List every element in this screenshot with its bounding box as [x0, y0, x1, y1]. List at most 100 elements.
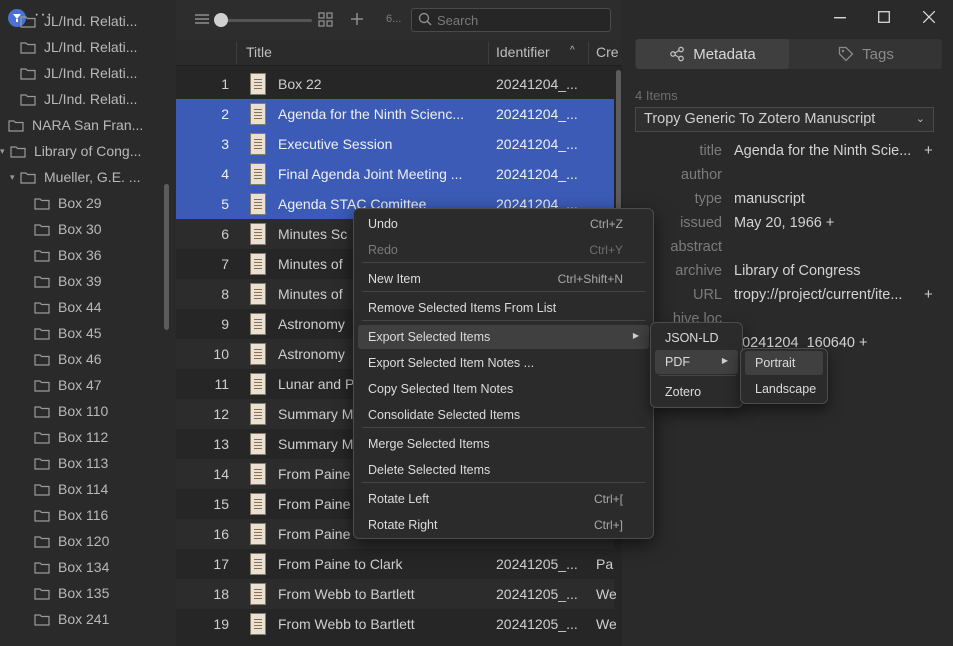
table-row[interactable]: 19 From Webb to Bartlett 20241205_... We	[176, 609, 616, 639]
metadata-field[interactable]: archive Library of Congress	[622, 260, 953, 284]
sidebar-scrollbar[interactable]	[164, 184, 169, 330]
sidebar-item[interactable]: Box 135	[34, 580, 109, 606]
field-value[interactable]: manuscript	[734, 191, 918, 207]
menu-item[interactable]: Redo Ctrl+Y	[358, 238, 649, 262]
zoom-slider-handle[interactable]	[214, 13, 228, 27]
item-thumbnail	[250, 583, 266, 605]
sidebar-item[interactable]: ▾ Library of Cong...	[0, 138, 141, 164]
field-value[interactable]: tropy://project/current/ite...	[734, 287, 918, 303]
close-icon[interactable]	[923, 11, 935, 23]
metadata-field[interactable]: title Agenda for the Ninth Scie... +	[622, 140, 953, 164]
menu-item[interactable]: Rotate Right Ctrl+]	[358, 513, 649, 537]
menu-item[interactable]: Consolidate Selected Items	[358, 403, 649, 427]
sidebar-item[interactable]: Box 44	[34, 294, 102, 320]
sidebar-item[interactable]: Box 29	[34, 190, 102, 216]
sidebar-item[interactable]: JL/Ind. Relati...	[20, 8, 137, 34]
sidebar-item[interactable]: Box 30	[34, 216, 102, 242]
field-value[interactable]: Agenda for the Ninth Scie...	[734, 143, 918, 159]
sidebar-item[interactable]: ▾ Mueller, G.E. ...	[10, 164, 140, 190]
sidebar-item[interactable]: JL/Ind. Relati...	[20, 34, 137, 60]
tag-icon	[839, 46, 854, 62]
metadata-field[interactable]: URL tropy://project/current/ite... +	[622, 284, 953, 308]
menu-item[interactable]: Export Selected Item Notes ...	[358, 351, 649, 375]
menu-item[interactable]: Rotate Left Ctrl+[	[358, 487, 649, 511]
menu-item[interactable]: Landscape	[745, 377, 823, 401]
table-row[interactable]: 17 From Paine to Clark 20241205_... Pa	[176, 549, 614, 579]
metadata-field[interactable]: type manuscript	[622, 188, 953, 212]
column-divider[interactable]	[236, 42, 237, 64]
menu-item[interactable]: Copy Selected Item Notes	[358, 377, 649, 401]
sidebar-item[interactable]: Box 120	[34, 528, 109, 554]
sidebar-item-label: Box 39	[58, 273, 102, 289]
grid-view-icon[interactable]	[318, 12, 333, 27]
sidebar-item[interactable]: NARA San Fran...	[8, 112, 143, 138]
sidebar-item[interactable]: Box 114	[34, 476, 108, 502]
row-number: 15	[213, 496, 229, 512]
sidebar-item[interactable]: JL/Ind. Relati...	[20, 86, 137, 112]
item-title: Executive Session	[278, 136, 393, 152]
add-value-icon[interactable]: +	[924, 286, 933, 303]
table-row[interactable]: 2 Agenda for the Ninth Scienc... 20241204_…	[176, 99, 614, 129]
menu-item[interactable]: Merge Selected Items	[358, 432, 649, 456]
column-divider[interactable]	[488, 42, 489, 64]
collapse-caret-icon[interactable]: ▾	[10, 172, 20, 183]
folder-icon	[20, 93, 36, 106]
table-row[interactable]: 3 Executive Session 20241204_...	[176, 129, 614, 159]
menu-item[interactable]: Zotero	[655, 380, 738, 404]
sidebar-item[interactable]: Box 39	[34, 268, 102, 294]
tab-tags[interactable]: Tags	[791, 39, 941, 69]
sidebar-item[interactable]: Box 113	[34, 450, 108, 476]
table-row[interactable]: 1 Box 22 20241204_...	[176, 69, 614, 99]
sidebar-item[interactable]: Box 116	[34, 502, 108, 528]
list-view-icon[interactable]	[194, 13, 210, 27]
table-row[interactable]: 18 From Webb to Bartlett 20241205_... We	[176, 579, 616, 609]
field-value[interactable]: May 20, 1966 +	[734, 215, 918, 231]
sidebar-item-label: JL/Ind. Relati...	[44, 91, 138, 107]
field-value[interactable]: Library of Congress	[734, 263, 918, 279]
menu-item-label: Consolidate Selected Items	[368, 408, 521, 422]
sidebar-item[interactable]: Box 241	[34, 606, 109, 632]
menu-item-label: Portrait	[755, 356, 796, 370]
column-divider[interactable]	[588, 42, 589, 64]
sidebar-item[interactable]: Box 46	[34, 346, 102, 372]
zoom-slider-track[interactable]	[216, 19, 312, 22]
search-box[interactable]	[411, 8, 611, 32]
menu-item[interactable]: PDF ▶	[655, 350, 738, 374]
add-value-icon[interactable]: +	[924, 142, 933, 159]
menu-item[interactable]: Delete Selected Items	[358, 458, 649, 482]
sidebar-item[interactable]: JL/Ind. Relati...	[20, 60, 137, 86]
column-header-identifier[interactable]: Identifier	[496, 44, 550, 60]
metadata-field[interactable]: abstract	[622, 236, 953, 260]
table-header: Title Identifier ^ Cre	[176, 40, 622, 66]
menu-item[interactable]: JSON-LD	[655, 326, 738, 350]
collapse-caret-icon[interactable]: ▾	[0, 146, 10, 157]
item-title: Final Agenda Joint Meeting ...	[278, 166, 463, 182]
metadata-field[interactable]: author	[622, 164, 953, 188]
item-thumbnail	[250, 493, 266, 515]
sidebar-item[interactable]: Box 45	[34, 320, 102, 346]
menu-item[interactable]: Undo Ctrl+Z	[358, 212, 649, 236]
tab-metadata[interactable]: Metadata	[636, 39, 789, 69]
template-select[interactable]: Tropy Generic To Zotero Manuscript ⌄	[635, 107, 934, 132]
add-item-icon[interactable]	[350, 12, 364, 26]
maximize-icon[interactable]	[878, 11, 890, 23]
sidebar-item[interactable]: Box 47	[34, 372, 102, 398]
tab-metadata-label: Metadata	[693, 45, 756, 63]
sort-ascending-icon[interactable]: ^	[570, 45, 575, 56]
minimize-icon[interactable]	[834, 17, 846, 19]
column-header-creator[interactable]: Cre	[596, 44, 619, 60]
column-header-title[interactable]: Title	[246, 44, 272, 60]
sidebar-item[interactable]: Box 110	[34, 398, 108, 424]
menu-item[interactable]: New Item Ctrl+Shift+N	[358, 267, 649, 291]
menu-item-label: Landscape	[755, 382, 817, 396]
metadata-field[interactable]: issued May 20, 1966 +	[622, 212, 953, 236]
search-input[interactable]	[437, 12, 607, 28]
sidebar-item[interactable]: Box 36	[34, 242, 102, 268]
menu-item[interactable]: Portrait	[745, 351, 823, 375]
menu-item[interactable]: Remove Selected Items From List	[358, 296, 649, 320]
table-row[interactable]: 4 Final Agenda Joint Meeting ... 20241204_…	[176, 159, 614, 189]
menu-item-label: Copy Selected Item Notes	[368, 382, 514, 396]
sidebar-item[interactable]: Box 134	[34, 554, 109, 580]
sidebar-item[interactable]: Box 112	[34, 424, 108, 450]
menu-item[interactable]: Export Selected Items ▶	[358, 325, 649, 349]
